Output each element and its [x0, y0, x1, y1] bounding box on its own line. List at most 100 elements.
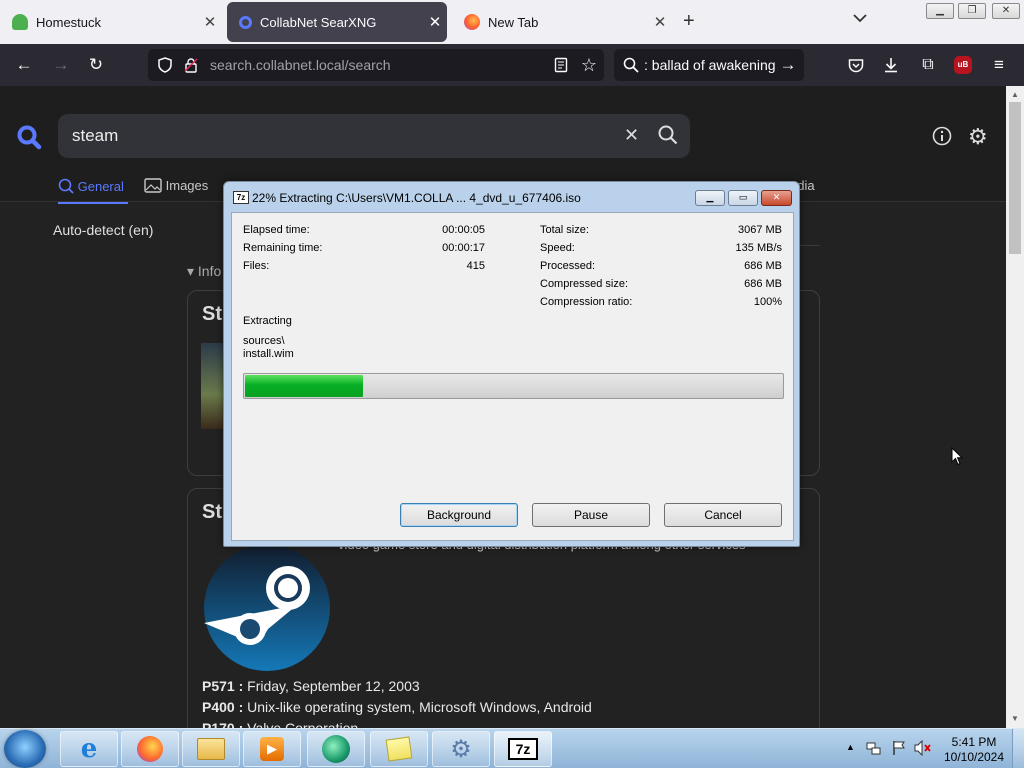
url-text: search.collabnet.local/search: [210, 57, 391, 73]
web-search-bar[interactable]: : ballad of awakening →: [614, 49, 804, 81]
search-submit-icon[interactable]: [658, 125, 678, 150]
stat-value: 686 MB: [744, 278, 782, 290]
taskbar-control-panel[interactable]: ⚙: [432, 731, 490, 767]
taskbar-file-explorer[interactable]: [182, 731, 240, 767]
property-p170: P170 : Valve Corporation: [202, 720, 358, 728]
clear-search-icon[interactable]: ✕: [624, 125, 639, 146]
action-center-flag-icon[interactable]: [892, 740, 906, 759]
searxng-favicon: [239, 15, 252, 29]
property-key: P400 :: [202, 699, 244, 715]
stat-value: 00:00:05: [442, 224, 485, 236]
mouse-cursor-icon: [951, 446, 964, 471]
lock-insecure-icon[interactable]: [180, 54, 202, 76]
stat-label: Compression ratio:: [540, 296, 633, 308]
windows-taskbar: e ▶ ⚙ 7z ▲ 5:41 PM 10/10/2024: [0, 728, 1024, 768]
back-arrow-icon[interactable]: ←: [13, 54, 35, 76]
stat-label: Speed:: [540, 242, 575, 254]
stat-label: Files:: [243, 260, 270, 272]
scroll-down-arrow-icon[interactable]: ▼: [1011, 714, 1019, 723]
tab-images[interactable]: Images: [144, 178, 208, 193]
ublock-badge: uB: [954, 56, 972, 74]
taskbar-app-globe[interactable]: [307, 731, 365, 767]
hamburger-menu-icon[interactable]: ≡: [988, 54, 1010, 76]
pause-button[interactable]: Pause: [532, 503, 650, 527]
tab-title: New Tab: [488, 14, 539, 30]
extensions-puzzle-icon[interactable]: ⧉: [917, 54, 939, 76]
ublock-origin-icon[interactable]: uB: [952, 54, 974, 76]
downloads-icon[interactable]: [880, 54, 902, 76]
close-tab-icon[interactable]: ✕: [423, 13, 447, 31]
show-hidden-icons-arrow-icon[interactable]: ▲: [846, 742, 855, 752]
show-desktop-button[interactable]: [1012, 729, 1024, 768]
url-domain: search.collabnet.local: [210, 57, 345, 73]
infobox-title: St: [202, 501, 222, 523]
folder-icon: [197, 738, 225, 760]
search-query-text: steam: [72, 126, 119, 145]
minimize-window-icon[interactable]: ▁: [926, 3, 954, 19]
infobox-title: St: [202, 303, 222, 325]
cancel-button[interactable]: Cancel: [664, 503, 782, 527]
taskbar-firefox[interactable]: [121, 731, 179, 767]
system-clock[interactable]: 5:41 PM 10/10/2024: [940, 735, 1008, 765]
navigation-toolbar: ← → ↻ search.collabnet.local/search ☆ : …: [0, 44, 1024, 86]
infobox-toggle[interactable]: ▾ Info: [187, 263, 221, 280]
tab-homestuck[interactable]: Homestuck ✕: [0, 2, 222, 42]
tab-title: CollabNet SearXNG: [260, 14, 377, 30]
current-path-line2: install.wim: [243, 348, 294, 360]
property-p571: P571 : Friday, September 12, 2003: [202, 678, 420, 694]
clock-time: 5:41 PM: [951, 735, 997, 749]
stat-value: 415: [466, 260, 485, 272]
scroll-up-arrow-icon[interactable]: ▲: [1011, 90, 1019, 99]
dialog-body: Elapsed time: 00:00:05 Remaining time: 0…: [231, 212, 794, 541]
language-selector[interactable]: Auto-detect (en): [53, 222, 153, 238]
sevenzip-app-icon: 7z: [233, 191, 249, 204]
reload-icon[interactable]: ↻: [85, 54, 107, 76]
stat-value: 00:00:17: [442, 242, 485, 254]
media-player-icon: ▶: [260, 737, 284, 761]
taskbar-sticky-notes[interactable]: [370, 731, 428, 767]
info-circle-icon[interactable]: [932, 126, 952, 151]
tab-title: Homestuck: [36, 14, 102, 30]
list-all-tabs-chevron-icon[interactable]: [853, 10, 867, 26]
url-path: /search: [344, 57, 391, 73]
volume-muted-icon[interactable]: [914, 739, 932, 759]
tab-general[interactable]: General: [58, 178, 124, 194]
page-scrollbar[interactable]: ▲ ▼: [1006, 86, 1024, 728]
search-bar-query: : ballad of awakening: [644, 57, 776, 73]
firefox-favicon: [464, 14, 480, 30]
scrollbar-thumb[interactable]: [1009, 102, 1021, 254]
pocket-icon[interactable]: [845, 54, 867, 76]
property-key: P571 :: [202, 678, 244, 694]
close-tab-icon[interactable]: ✕: [648, 13, 672, 31]
background-button[interactable]: Background: [400, 503, 518, 527]
dialog-maximize-icon[interactable]: ▭: [728, 190, 758, 206]
start-button-windows-icon[interactable]: [4, 730, 46, 768]
tab-new[interactable]: New Tab ✕: [452, 2, 672, 42]
settings-gear-icon[interactable]: ⚙: [968, 124, 988, 150]
forward-arrow-icon[interactable]: →: [50, 54, 72, 76]
restore-window-icon[interactable]: ❐: [958, 3, 986, 19]
dialog-close-icon[interactable]: ✕: [761, 190, 792, 206]
tracking-protection-shield-icon[interactable]: [154, 54, 176, 76]
taskbar-media-player[interactable]: ▶: [243, 731, 301, 767]
reader-view-icon[interactable]: [550, 54, 572, 76]
close-tab-icon[interactable]: ✕: [198, 13, 222, 31]
searxng-search-input[interactable]: steam ✕: [58, 114, 690, 158]
url-bar[interactable]: search.collabnet.local/search ☆: [148, 49, 604, 81]
bookmark-star-icon[interactable]: ☆: [578, 54, 600, 76]
taskbar-7zip[interactable]: 7z: [494, 731, 552, 767]
taskbar-internet-explorer[interactable]: e: [60, 731, 118, 767]
searxng-logo-icon[interactable]: [16, 124, 42, 155]
close-window-icon[interactable]: ✕: [992, 3, 1020, 19]
go-arrow-icon[interactable]: →: [777, 54, 799, 76]
images-icon: [144, 178, 162, 193]
property-key: P170 :: [202, 720, 244, 728]
stat-label: Total size:: [540, 224, 589, 236]
dialog-minimize-icon[interactable]: ▁: [695, 190, 725, 206]
stat-label: Compressed size:: [540, 278, 629, 290]
new-tab-plus-icon[interactable]: +: [683, 10, 695, 33]
tab-searxng[interactable]: CollabNet SearXNG ✕: [227, 2, 447, 42]
tab-general-underline: [58, 202, 128, 204]
stat-value: 686 MB: [744, 260, 782, 272]
network-icon[interactable]: [866, 740, 882, 759]
